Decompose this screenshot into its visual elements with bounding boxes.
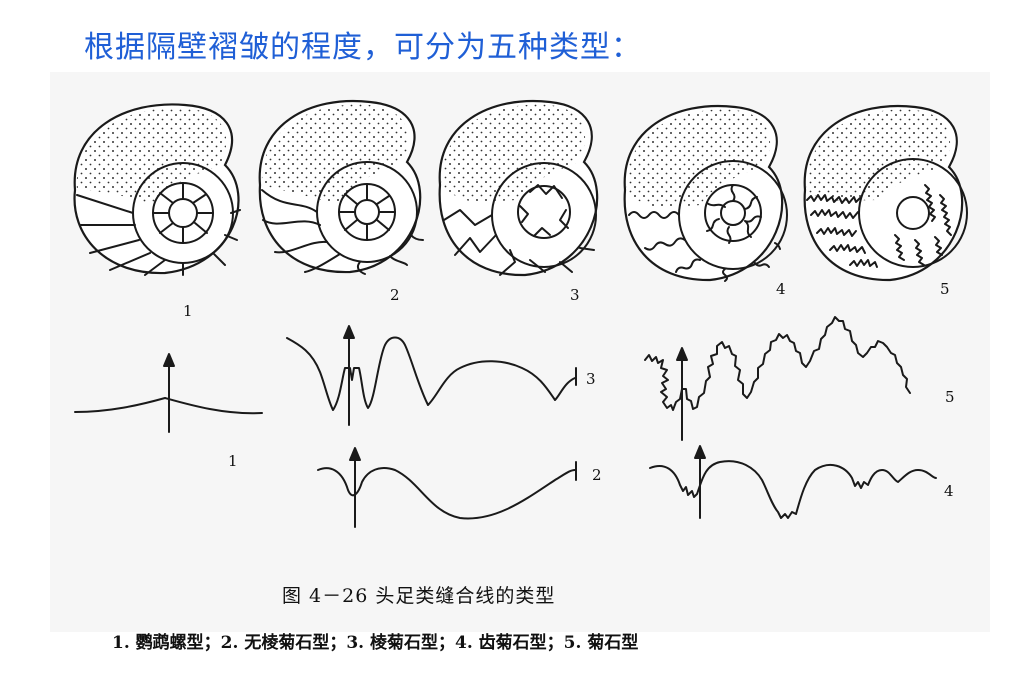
shell-label-5: 5 [940,280,950,298]
suture-label-1: 1 [228,452,238,470]
shell-1-nautilus [73,103,241,276]
shell-label-3: 3 [570,286,580,304]
suture-line-4 [649,445,937,519]
suture-label-5: 5 [945,388,955,406]
shell-5-ammonite [803,104,968,282]
shell-4-ceratite [623,104,788,282]
suture-label-3: 3 [586,370,596,388]
shell-label-1: 1 [183,302,193,320]
figure-caption: 图 4－26 头足类缝合线的类型 [282,585,556,607]
suture-line-5 [644,316,911,441]
shell-3-goniatite [438,99,599,277]
suture-line-2 [317,447,577,528]
suture-label-4: 4 [944,482,954,500]
shell-2-agoniatite [258,99,424,275]
shell-label-2: 2 [390,286,400,304]
shell-label-4: 4 [776,280,786,298]
suture-label-2: 2 [592,466,602,484]
figure-illustration [73,99,968,528]
suture-line-3 [286,325,577,426]
figure-legend: 1. 鹦鹉螺型；2. 无棱菊石型；3. 棱菊石型；4. 齿菊石型；5. 菊石型 [112,633,639,653]
suture-line-1 [74,353,263,433]
